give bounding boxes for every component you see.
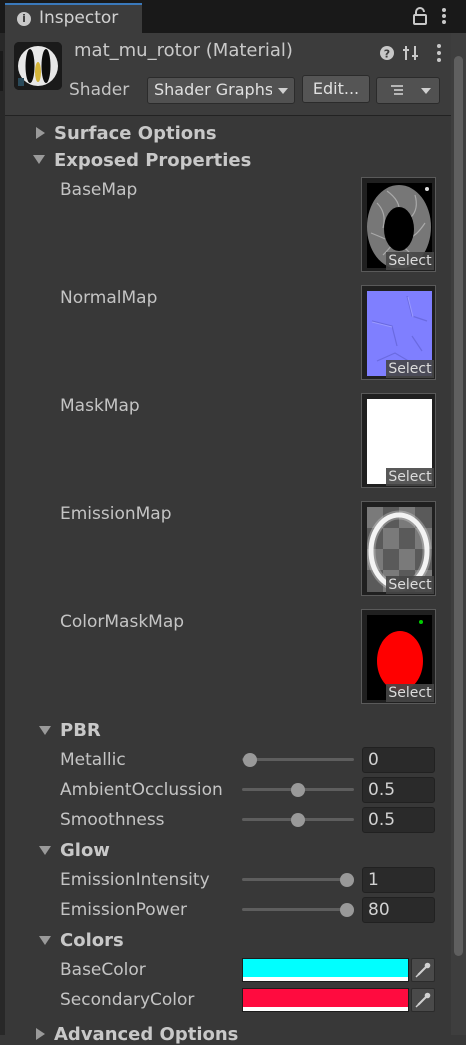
- maskmap-label: MaskMap: [60, 396, 140, 416]
- foldout-glow[interactable]: Glow: [60, 840, 110, 861]
- secondary-color-field[interactable]: [242, 988, 409, 1012]
- foldout-surface-options[interactable]: Surface Options: [54, 123, 217, 144]
- left-edge: [0, 33, 5, 1035]
- emissionmap-slot[interactable]: Select: [361, 501, 436, 596]
- chevron-right-icon[interactable]: [36, 1028, 45, 1040]
- svg-text:?: ?: [384, 48, 390, 61]
- material-header: mat_mu_rotor (Material) ? Shader Shader …: [5, 33, 451, 115]
- normalmap-select-button[interactable]: Select: [386, 360, 434, 378]
- more-icon: [437, 44, 441, 62]
- basemap-label: BaseMap: [60, 180, 138, 200]
- material-title: mat_mu_rotor (Material): [74, 40, 293, 61]
- foldout-colors[interactable]: Colors: [60, 930, 124, 951]
- chevron-down-icon[interactable]: [33, 155, 45, 164]
- base-color-label: BaseColor: [60, 960, 146, 980]
- lock-icon[interactable]: [412, 7, 428, 25]
- shader-value: Shader Graphs/: [154, 80, 272, 99]
- emission-power-field[interactable]: 80: [362, 897, 435, 923]
- emission-power-slider[interactable]: [242, 908, 354, 911]
- chevron-down-icon[interactable]: [39, 936, 51, 945]
- emissionmap-label: EmissionMap: [60, 504, 172, 524]
- preset-icon: [403, 46, 418, 60]
- chevron-right-icon[interactable]: [36, 127, 45, 139]
- metallic-slider[interactable]: [242, 758, 354, 761]
- ambient-occlusion-label: AmbientOcclussion: [60, 780, 223, 800]
- colormaskmap-slot[interactable]: Select: [361, 609, 436, 704]
- metallic-label: Metallic: [60, 750, 126, 770]
- scrollbar[interactable]: [451, 33, 466, 1035]
- colormaskmap-select-button[interactable]: Select: [386, 684, 434, 702]
- metallic-slider-knob[interactable]: [243, 753, 257, 767]
- chevron-down-icon[interactable]: [39, 726, 51, 735]
- list-icon: [391, 85, 431, 95]
- base-color-field[interactable]: [242, 958, 409, 982]
- base-color-eyedropper-icon[interactable]: [411, 958, 435, 982]
- smoothness-label: Smoothness: [60, 810, 165, 830]
- shader-dropdown[interactable]: Shader Graphs/: [147, 77, 295, 104]
- colormaskmap-label: ColorMaskMap: [60, 612, 185, 632]
- ambient-occlusion-field[interactable]: 0.5: [362, 777, 435, 803]
- info-icon: i: [17, 12, 31, 26]
- kebab-menu-icon[interactable]: [440, 7, 448, 25]
- normalmap-slot[interactable]: Select: [361, 285, 436, 380]
- help-icon: ?: [380, 46, 394, 61]
- chevron-down-icon: [278, 88, 288, 94]
- secondary-color-eyedropper-icon[interactable]: [411, 988, 435, 1012]
- tab-inspector[interactable]: i Inspector: [5, 3, 142, 33]
- header-icons: ?: [379, 43, 445, 67]
- emissionmap-select-button[interactable]: Select: [386, 576, 434, 594]
- smoothness-field[interactable]: 0.5: [362, 807, 435, 833]
- edit-shader-button[interactable]: Edit...: [302, 75, 370, 103]
- emission-power-label: EmissionPower: [60, 900, 188, 920]
- material-thumbnail-icon: [14, 42, 62, 90]
- emission-intensity-label: EmissionIntensity: [60, 870, 210, 890]
- basemap-slot[interactable]: Select: [361, 177, 436, 272]
- chevron-down-icon[interactable]: [39, 846, 51, 855]
- header-separator: [5, 115, 451, 116]
- metallic-field[interactable]: 0: [362, 747, 435, 773]
- ambient-occlusion-slider-knob[interactable]: [291, 783, 305, 797]
- list-options-button[interactable]: [376, 77, 440, 104]
- basemap-select-button[interactable]: Select: [386, 252, 434, 270]
- foldout-exposed-properties[interactable]: Exposed Properties: [54, 150, 251, 171]
- tab-bar: i Inspector: [0, 0, 466, 33]
- maskmap-slot[interactable]: Select: [361, 393, 436, 488]
- smoothness-slider-knob[interactable]: [291, 813, 305, 827]
- emission-intensity-slider-knob[interactable]: [340, 873, 354, 887]
- scrollbar-thumb[interactable]: [454, 56, 463, 956]
- secondary-color-label: SecondaryColor: [60, 990, 195, 1010]
- emission-intensity-slider[interactable]: [242, 878, 354, 881]
- normalmap-label: NormalMap: [60, 288, 158, 308]
- maskmap-select-button[interactable]: Select: [386, 468, 434, 486]
- emission-power-slider-knob[interactable]: [340, 903, 354, 917]
- emission-intensity-field[interactable]: 1: [362, 867, 435, 893]
- tab-title: Inspector: [39, 8, 119, 28]
- shader-label: Shader: [69, 80, 130, 100]
- foldout-pbr[interactable]: PBR: [60, 720, 101, 741]
